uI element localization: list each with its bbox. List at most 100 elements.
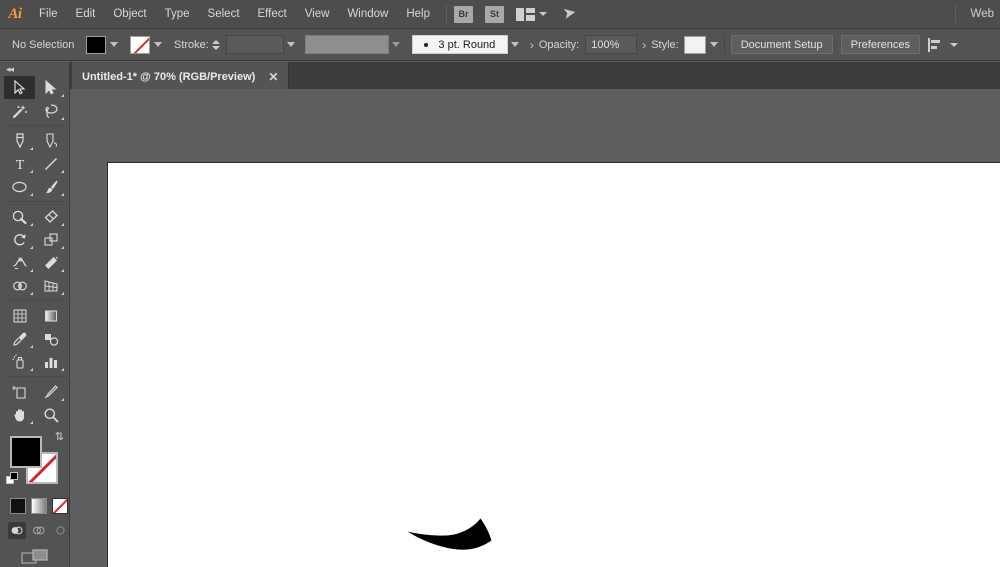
double-chevron-left-icon[interactable]: ◂◂ (0, 62, 69, 76)
stroke-swatch[interactable] (130, 36, 150, 54)
mesh-tool[interactable] (4, 304, 35, 327)
free-transform-tool[interactable] (35, 251, 66, 274)
tool-group-indicator-icon (30, 292, 33, 295)
artboard-tool[interactable] (4, 380, 35, 403)
close-icon[interactable]: ✕ (268, 71, 278, 83)
tool-group-indicator-icon (30, 345, 33, 348)
tool-group-indicator-icon (61, 368, 64, 371)
opacity-expand-icon[interactable]: › (637, 38, 651, 52)
perspective-grid-tool[interactable] (35, 274, 66, 297)
pen-tool[interactable] (4, 129, 35, 152)
stock-button[interactable]: St (485, 6, 504, 23)
opacity-label: Opacity: (539, 39, 579, 51)
menu-bar: Ai File Edit Object Type Select Effect V… (0, 0, 1000, 29)
menu-window[interactable]: Window (338, 0, 397, 29)
swap-fill-stroke-icon[interactable]: ⇅ (55, 432, 64, 443)
tools-panel: ◂◂ (0, 62, 70, 567)
menu-file[interactable]: File (30, 0, 67, 29)
lasso-tool[interactable] (35, 99, 66, 122)
menu-edit[interactable]: Edit (67, 0, 105, 29)
fill-indicator-swatch[interactable] (10, 436, 42, 468)
chevron-down-icon[interactable] (511, 42, 519, 47)
width-tool[interactable] (4, 251, 35, 274)
stroke-weight-stepper[interactable] (212, 40, 220, 50)
canvas-area[interactable] (70, 89, 1000, 567)
stepper-up-icon[interactable] (212, 40, 220, 44)
document-tab[interactable]: Untitled-1* @ 70% (RGB/Preview) ✕ (72, 62, 289, 89)
chevron-down-icon[interactable] (950, 43, 958, 47)
default-fill-stroke-icon[interactable] (6, 472, 20, 486)
magic-wand-tool[interactable] (4, 99, 35, 122)
tool-group-indicator-icon (61, 193, 64, 196)
paintbrush-tool[interactable] (35, 175, 66, 198)
scale-tool[interactable] (35, 228, 66, 251)
chevron-down-icon[interactable] (110, 42, 118, 47)
graphic-style-control[interactable] (684, 36, 718, 54)
slice-tool[interactable] (35, 380, 66, 403)
gradient-mode-button[interactable] (31, 498, 47, 514)
fill-swatch[interactable] (86, 36, 106, 54)
stepper-down-icon[interactable] (212, 46, 220, 50)
tool-group-indicator-icon (30, 170, 33, 173)
rotate-tool[interactable] (4, 228, 35, 251)
document-setup-button[interactable]: Document Setup (731, 35, 833, 54)
black-brush-stroke-swoosh[interactable] (406, 503, 526, 567)
blend-tool[interactable] (35, 327, 66, 350)
chevron-down-icon[interactable] (287, 42, 295, 47)
menu-effect[interactable]: Effect (249, 0, 296, 29)
shaper-tool[interactable] (4, 205, 35, 228)
chevron-down-icon[interactable] (154, 42, 162, 47)
ellipse-tool[interactable] (4, 175, 35, 198)
none-mode-button[interactable] (52, 498, 68, 514)
stroke-weight-input[interactable] (226, 35, 284, 54)
color-mode-button[interactable] (10, 498, 26, 514)
zoom-tool[interactable] (35, 403, 66, 426)
preferences-button[interactable]: Preferences (841, 35, 920, 54)
stroke-weight-combo[interactable] (226, 35, 295, 54)
type-tool[interactable]: T (4, 152, 35, 175)
change-screen-mode-icon[interactable] (21, 549, 49, 567)
chevron-right-icon[interactable]: › (525, 38, 539, 52)
bridge-button[interactable]: Br (454, 6, 473, 23)
brush-definition-field[interactable]: 3 pt. Round (412, 35, 508, 54)
tool-divider (8, 300, 70, 301)
gradient-tool[interactable] (35, 304, 66, 327)
brush-definition-combo[interactable]: 3 pt. Round (412, 35, 519, 54)
direct-selection-tool[interactable] (35, 76, 66, 99)
tool-group-indicator-icon (30, 368, 33, 371)
creative-cloud-icon[interactable]: ➤ (562, 5, 578, 23)
menu-type[interactable]: Type (156, 0, 199, 29)
hand-tool[interactable] (4, 403, 35, 426)
arrange-documents-button[interactable] (516, 8, 547, 21)
document-tab-bar: Untitled-1* @ 70% (RGB/Preview) ✕ (0, 62, 1000, 89)
eyedropper-tool[interactable] (4, 327, 35, 350)
selection-tool[interactable] (4, 76, 35, 99)
tool-divider (8, 201, 70, 202)
column-graph-tool[interactable] (35, 350, 66, 373)
draw-behind-button[interactable] (30, 522, 48, 539)
stroke-control[interactable] (130, 36, 162, 54)
variable-width-profile-input[interactable] (305, 35, 389, 54)
align-panel-icon[interactable] (928, 38, 944, 52)
menu-view[interactable]: View (296, 0, 339, 29)
symbol-sprayer-tool[interactable] (4, 350, 35, 373)
workspace-switcher[interactable]: Web (965, 0, 1000, 29)
chevron-down-icon[interactable] (392, 42, 400, 47)
draw-normal-button[interactable] (8, 522, 26, 539)
fill-control[interactable] (86, 36, 118, 54)
shape-builder-tool[interactable] (4, 274, 35, 297)
menu-select[interactable]: Select (199, 0, 249, 29)
chevron-down-icon[interactable] (710, 42, 718, 47)
menu-object[interactable]: Object (104, 0, 155, 29)
variable-width-combo[interactable] (305, 35, 400, 54)
eraser-tool[interactable] (35, 205, 66, 228)
line-segment-tool[interactable] (35, 152, 66, 175)
graphic-style-swatch[interactable] (684, 36, 706, 54)
draw-inside-button[interactable] (51, 522, 69, 539)
curvature-tool[interactable] (35, 129, 66, 152)
tool-group-indicator-icon (30, 147, 33, 150)
opacity-input[interactable]: 100% (585, 35, 637, 54)
stroke-label: Stroke: (174, 39, 209, 51)
menu-help[interactable]: Help (397, 0, 439, 29)
artboard[interactable] (107, 162, 1000, 567)
